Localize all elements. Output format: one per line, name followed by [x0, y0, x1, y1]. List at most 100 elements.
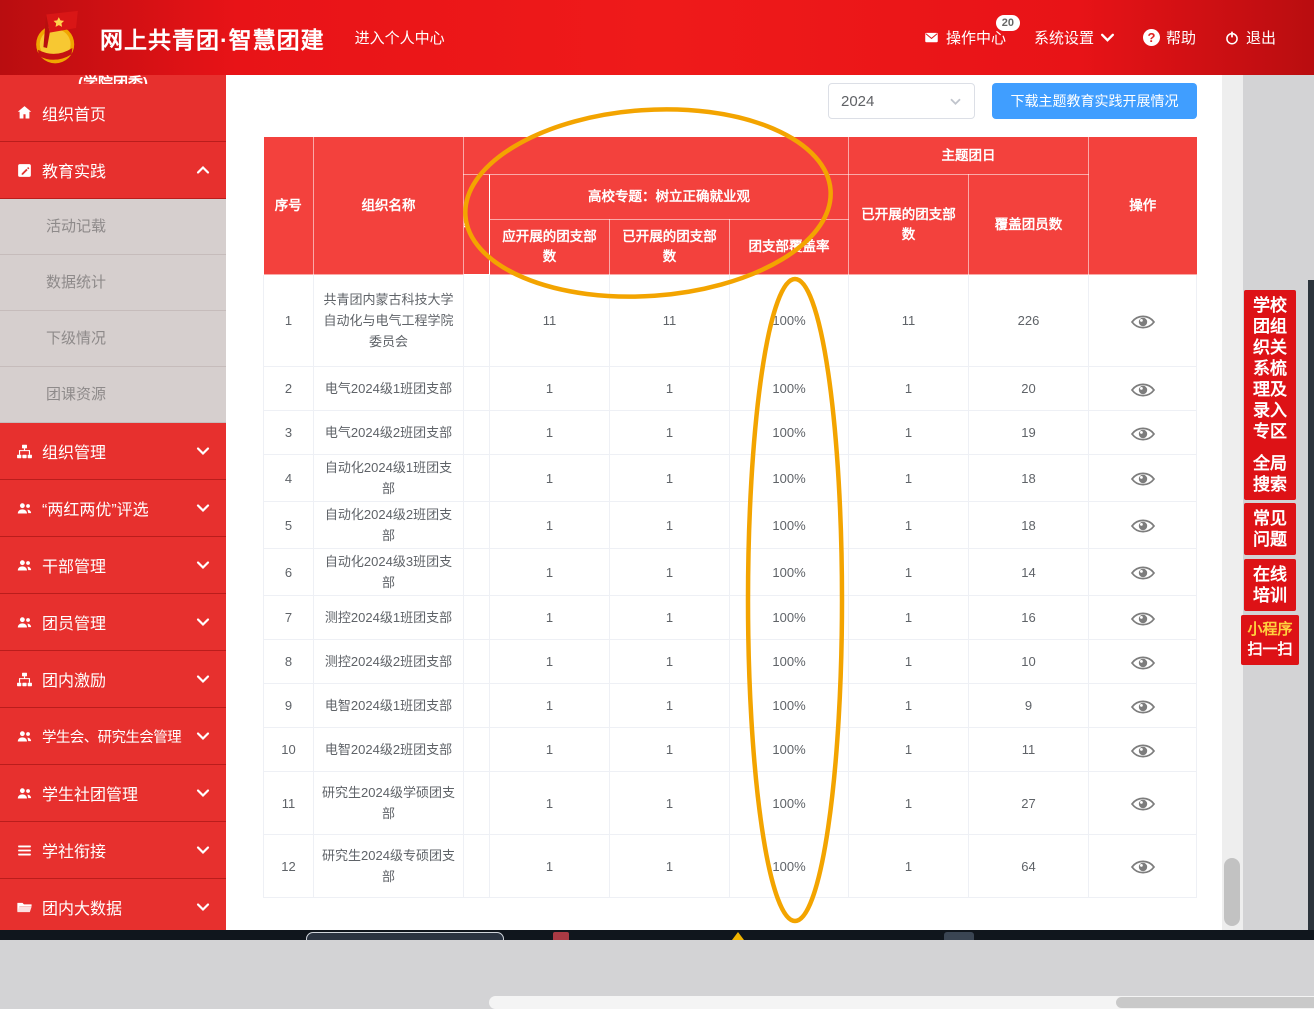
badge-mini-program-scan[interactable]: 小程序 扫一扫 — [1241, 615, 1299, 665]
vertical-scrollbar-thumb[interactable] — [1224, 858, 1240, 926]
horizontal-scrollbar-thumb[interactable] — [1116, 997, 1314, 1008]
badge-global-search[interactable]: 全局搜索 — [1244, 448, 1296, 500]
view-eye-icon[interactable] — [1130, 858, 1156, 876]
sidebar-item-league-big-data[interactable]: 团内大数据 — [0, 879, 226, 930]
education-practice-submenu: 活动记载 数据统计 下级情况 团课资源 — [0, 199, 226, 423]
col-header-action: 操作 — [1089, 137, 1197, 275]
chevron-down-icon — [196, 788, 210, 798]
view-eye-icon[interactable] — [1130, 742, 1156, 760]
sidebar-item-member-management[interactable]: 团员管理 — [0, 594, 226, 651]
power-icon — [1224, 30, 1240, 46]
col-header-required-branches: 应开展的团支部数 — [490, 220, 610, 275]
top-nav: 操作中心 20 系统设置 ? 帮助 退出 — [923, 0, 1276, 75]
clipped-column-cell — [464, 411, 490, 455]
action-cell — [1089, 640, 1197, 684]
day-completed-branches-cell: 1 — [849, 367, 969, 411]
help-button[interactable]: ? 帮助 — [1143, 27, 1196, 48]
system-settings-menu[interactable]: 系统设置 — [1034, 27, 1115, 48]
sidebar-subitem-subordinate-status[interactable]: 下级情况 — [0, 311, 226, 367]
sidebar-item-education-practice[interactable]: 教育实践 — [0, 142, 226, 199]
day-completed-branches-cell: 1 — [849, 411, 969, 455]
action-cell — [1089, 596, 1197, 640]
view-eye-icon[interactable] — [1130, 425, 1156, 443]
sidebar-item-league-incentives[interactable]: 团内激励 — [0, 651, 226, 708]
chevron-down-icon — [949, 97, 962, 106]
view-eye-icon[interactable] — [1130, 654, 1156, 672]
covered-members-cell: 14 — [969, 549, 1089, 596]
chevron-down-icon — [196, 674, 210, 684]
org-name-cell: 自动化2024级3班团支部 — [314, 549, 464, 596]
users-icon — [16, 557, 33, 574]
badge-faq[interactable]: 常见问题 — [1244, 503, 1296, 555]
day-completed-branches-cell: 1 — [849, 549, 969, 596]
sidebar-item-student-club-management[interactable]: 学生社团管理 — [0, 765, 226, 822]
branch-coverage-cell: 100% — [730, 684, 849, 728]
table-row: 1共青团内蒙古科技大学自动化与电气工程学院委员会1111100%11226 — [264, 275, 1197, 367]
action-cell — [1089, 549, 1197, 596]
table-row: 7测控2024级1班团支部11100%116 — [264, 596, 1197, 640]
sidebar-item-two-red-two-excellent[interactable]: “两红两优”评选 — [0, 480, 226, 537]
logout-button[interactable]: 退出 — [1224, 27, 1276, 48]
chevron-down-icon — [196, 902, 210, 912]
completed-branches-cell: 1 — [610, 596, 730, 640]
view-eye-icon[interactable] — [1130, 313, 1156, 331]
completed-branches-cell: 1 — [610, 411, 730, 455]
table-row: 4自动化2024级1班团支部11100%118 — [264, 455, 1197, 502]
view-eye-icon[interactable] — [1130, 795, 1156, 813]
col-header-completed-branches: 已开展的团支部数 — [610, 220, 730, 275]
row-index-cell: 7 — [264, 596, 314, 640]
sidebar-item-school-society-connection[interactable]: 学社衔接 — [0, 822, 226, 879]
branch-coverage-cell: 100% — [730, 411, 849, 455]
vertical-scrollbar[interactable] — [1222, 75, 1243, 930]
league-emblem-logo — [28, 8, 86, 68]
completed-branches-cell: 1 — [610, 549, 730, 596]
sidebar-subitem-league-class-resources[interactable]: 团课资源 — [0, 367, 226, 423]
org-name-cell: 测控2024级2班团支部 — [314, 640, 464, 684]
sidebar-item-student-union-management[interactable]: 学生会、研究生会管理 — [0, 708, 226, 765]
horizontal-scrollbar[interactable] — [489, 996, 1314, 1009]
view-eye-icon[interactable] — [1130, 698, 1156, 716]
table-row: 10电智2024级2班团支部11100%111 — [264, 728, 1197, 772]
view-eye-icon[interactable] — [1130, 381, 1156, 399]
table-row: 6自动化2024级3班团支部11100%114 — [264, 549, 1197, 596]
action-cell — [1089, 275, 1197, 367]
completed-branches-cell: 1 — [610, 502, 730, 549]
action-cell — [1089, 772, 1197, 835]
col-group-college-special-topic: 高校专题：树立正确就业观 — [490, 175, 849, 220]
view-eye-icon[interactable] — [1130, 564, 1156, 582]
table-row: 9电智2024级1班团支部11100%19 — [264, 684, 1197, 728]
action-cell — [1089, 835, 1197, 898]
table-row: 11研究生2024级学硕团支部11100%127 — [264, 772, 1197, 835]
sidebar-item-org-home[interactable]: 组织首页 — [0, 84, 226, 142]
view-eye-icon[interactable] — [1130, 470, 1156, 488]
top-bar: 网上共青团·智慧团建 进入个人中心 操作中心 20 系统设置 ? 帮助 退出 — [0, 0, 1314, 75]
chevron-down-icon — [196, 446, 210, 456]
branch-coverage-cell: 100% — [730, 367, 849, 411]
sidebar-subitem-data-statistics[interactable]: 数据统计 — [0, 255, 226, 311]
required-branches-cell: 1 — [490, 367, 610, 411]
action-center-button[interactable]: 操作中心 20 — [923, 27, 1006, 48]
badge-online-training[interactable]: 在线培训 — [1244, 559, 1296, 611]
clipped-column-cell — [464, 502, 490, 549]
users-icon — [16, 614, 33, 631]
day-completed-branches-cell: 1 — [849, 640, 969, 684]
chevron-down-icon — [196, 617, 210, 627]
clipped-column-cell — [464, 835, 490, 898]
day-completed-branches-cell: 1 — [849, 835, 969, 898]
clipped-column-cell — [464, 275, 490, 367]
covered-members-cell: 9 — [969, 684, 1089, 728]
view-eye-icon[interactable] — [1130, 517, 1156, 535]
enter-personal-center-link[interactable]: 进入个人中心 — [355, 27, 445, 48]
year-select[interactable]: 2024 — [828, 83, 975, 119]
table-row: 2电气2024级1班团支部11100%120 — [264, 367, 1197, 411]
branch-coverage-cell: 100% — [730, 455, 849, 502]
view-eye-icon[interactable] — [1130, 610, 1156, 628]
sidebar-item-cadre-management[interactable]: 干部管理 — [0, 537, 226, 594]
sidebar-subitem-activity-record[interactable]: 活动记载 — [0, 199, 226, 255]
branch-coverage-cell: 100% — [730, 549, 849, 596]
download-report-button[interactable]: 下载主题教育实践开展情况 — [992, 83, 1197, 119]
list-icon — [16, 842, 33, 859]
org-name-cell: 自动化2024级1班团支部 — [314, 455, 464, 502]
sidebar-item-org-management[interactable]: 组织管理 — [0, 423, 226, 480]
clipped-column-cell — [464, 455, 490, 502]
